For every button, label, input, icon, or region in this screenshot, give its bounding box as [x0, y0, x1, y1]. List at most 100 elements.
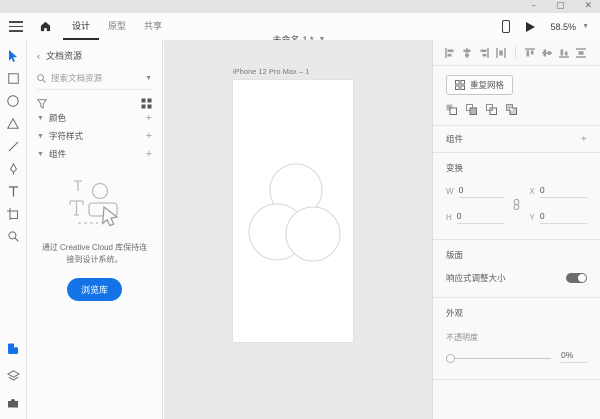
mobile-preview-icon[interactable]: [502, 20, 510, 33]
hamburger-menu-icon[interactable]: [9, 21, 23, 32]
lock-aspect-link-icon[interactable]: [509, 199, 525, 210]
align-right-icon[interactable]: [479, 48, 489, 58]
align-middle-vertical-icon[interactable]: [542, 48, 552, 58]
ellipse-tool-icon[interactable]: [0, 90, 26, 113]
repeat-grid-icon: [455, 80, 465, 90]
maximize-icon[interactable]: ▢: [556, 0, 565, 13]
zoom-tool-icon[interactable]: [0, 225, 26, 248]
rectangle-tool-icon[interactable]: [0, 68, 26, 91]
height-input[interactable]: 0: [457, 211, 504, 224]
y-field: Y 0: [530, 211, 588, 224]
add-component-button[interactable]: +: [581, 134, 587, 144]
window-titlebar: – ▢ ✕: [0, 0, 600, 13]
select-tool-icon[interactable]: [0, 45, 26, 68]
text-tool-icon[interactable]: [0, 180, 26, 203]
polygon-tool-icon[interactable]: [0, 113, 26, 136]
height-field: H 0: [446, 211, 504, 224]
x-field: X 0: [530, 185, 588, 198]
distribute-horizontal-icon[interactable]: [496, 48, 506, 58]
repeat-grid-block: 重复网格: [433, 66, 600, 126]
window-controls: – ▢ ✕: [531, 0, 592, 13]
filter-funnel-icon[interactable]: [37, 99, 47, 109]
topbar-right-actions: 58.5% ▼: [502, 20, 600, 33]
tab-design[interactable]: 设计: [63, 13, 99, 40]
repeat-grid-button[interactable]: 重复网格: [446, 75, 513, 95]
align-center-horizontal-icon[interactable]: [462, 48, 472, 58]
zoom-level-control[interactable]: 58.5% ▼: [551, 22, 589, 32]
responsive-resize-toggle[interactable]: [566, 273, 587, 283]
boolean-operations-row: [446, 104, 587, 115]
transform-section-label: 变换: [446, 162, 587, 174]
align-left-icon[interactable]: [445, 48, 455, 58]
libraries-empty-state: 通过 Creative Cloud 库保持连接到设计系统。 浏览库: [27, 179, 162, 301]
ellipse-shape-bottom-right[interactable]: [286, 207, 340, 261]
minimize-icon[interactable]: –: [531, 0, 536, 13]
boolean-subtract-icon[interactable]: [466, 104, 477, 115]
chevron-down-icon: ▼: [37, 115, 44, 122]
divider: [515, 46, 516, 59]
tool-strip: [0, 40, 27, 419]
chevron-down-icon: ▼: [37, 133, 44, 140]
boolean-union-icon[interactable]: [446, 104, 457, 115]
tab-share[interactable]: 共享: [135, 13, 171, 40]
width-label: W: [446, 187, 454, 196]
opacity-value-input[interactable]: 0%: [561, 350, 587, 363]
y-input[interactable]: 0: [540, 211, 587, 224]
grid-view-icon[interactable]: [141, 98, 152, 109]
align-top-icon[interactable]: [525, 48, 535, 58]
distribute-vertical-icon[interactable]: [576, 48, 586, 58]
component-section-header[interactable]: 组件 +: [433, 126, 600, 153]
assets-panel-icon[interactable]: [0, 335, 26, 362]
assets-section-components[interactable]: ▼ 组件 +: [37, 145, 152, 163]
home-icon[interactable]: [40, 21, 51, 32]
tab-prototype[interactable]: 原型: [99, 13, 135, 40]
libraries-illustration: [64, 179, 126, 233]
line-tool-icon[interactable]: [0, 135, 26, 158]
add-component-button[interactable]: +: [146, 149, 152, 159]
width-input[interactable]: 0: [459, 185, 504, 198]
opacity-slider[interactable]: [446, 353, 551, 363]
assets-filter-row: [37, 98, 152, 109]
top-toolbar: 设计 原型 共享 未命名-1 * ▼ 58.5% ▼: [0, 13, 600, 41]
mode-tabs: 设计 原型 共享: [63, 13, 171, 40]
section-label: 颜色: [49, 112, 66, 124]
transform-section: 变换 W 0 X 0 H 0 Y 0: [433, 153, 600, 240]
search-icon: [37, 74, 46, 83]
chevron-down-icon: ▼: [37, 151, 44, 158]
tool-strip-bottom: [0, 335, 26, 419]
play-preview-icon[interactable]: [526, 22, 535, 32]
appearance-section: 外观 不透明度 0%: [433, 298, 600, 380]
chevron-left-icon: ‹: [37, 51, 40, 61]
layout-section-label: 版面: [446, 249, 587, 261]
appearance-section-label: 外观: [446, 307, 587, 319]
boolean-intersect-icon[interactable]: [486, 104, 497, 115]
slider-knob[interactable]: [446, 354, 455, 363]
close-icon[interactable]: ✕: [584, 0, 592, 13]
y-label: Y: [530, 213, 535, 222]
boolean-exclude-icon[interactable]: [506, 104, 517, 115]
x-input[interactable]: 0: [540, 185, 587, 198]
component-section-label: 组件: [446, 133, 463, 145]
artboard-title[interactable]: iPhone 12 Pro Max – 1: [233, 67, 309, 76]
property-inspector: 重复网格 组件 + 变换 W 0: [432, 40, 600, 419]
xd-application-window: – ▢ ✕ 设计 原型 共享 未命名-1 * ▼ 58.5% ▼: [0, 0, 600, 419]
search-input[interactable]: [51, 73, 140, 83]
add-color-button[interactable]: +: [146, 113, 152, 123]
artboard-tool-icon[interactable]: [0, 203, 26, 226]
plugins-panel-icon[interactable]: [0, 389, 26, 416]
assets-section-colors[interactable]: ▼ 颜色 +: [37, 109, 152, 127]
canvas[interactable]: iPhone 12 Pro Max – 1: [164, 40, 432, 419]
artboard[interactable]: [233, 80, 353, 342]
height-label: H: [446, 213, 452, 222]
assets-section-character-styles[interactable]: ▼ 字符样式 +: [37, 127, 152, 145]
collapse-search-chevron-icon[interactable]: ▼: [145, 75, 152, 82]
pen-tool-icon[interactable]: [0, 158, 26, 181]
add-character-style-button[interactable]: +: [146, 131, 152, 141]
responsive-resize-label: 响应式调整大小: [446, 272, 506, 284]
layers-panel-icon[interactable]: [0, 362, 26, 389]
align-bottom-icon[interactable]: [559, 48, 569, 58]
assets-panel-header[interactable]: ‹ 文档资源: [27, 40, 162, 62]
browse-libraries-button[interactable]: 浏览库: [67, 278, 122, 301]
slider-track[interactable]: [446, 358, 551, 359]
opacity-label: 不透明度: [446, 332, 587, 343]
